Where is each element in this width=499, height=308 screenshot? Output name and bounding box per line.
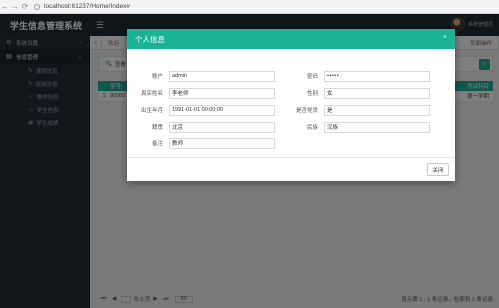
form-row-gender: 性别 女 [282, 87, 430, 99]
form-row-party: 是否党员 是 [282, 104, 430, 116]
ethnic-field[interactable]: 汉族 [324, 121, 430, 133]
ethnic-label: 民族 [306, 125, 318, 131]
address-bar[interactable]: localhost:61237/Home/Index# [34, 3, 130, 10]
url-text: localhost:61237/Home/Index# [44, 3, 131, 10]
native-label: 籍贯 [151, 125, 163, 131]
gender-label: 性别 [306, 91, 318, 97]
native-field[interactable]: 北京 [169, 121, 275, 133]
password-label: 密码 [306, 74, 318, 80]
note-label: 备注 [151, 141, 163, 147]
close-icon[interactable]: × [443, 34, 447, 41]
forward-icon[interactable]: → [10, 1, 20, 13]
password-field[interactable]: ••••• [324, 70, 430, 82]
form-row-birth: 出生年月 1991-01-01 00:00:00 [127, 104, 275, 116]
close-button[interactable]: 关闭 [427, 163, 449, 176]
personal-info-modal: 个人信息 × 账户 admin 密码 ••••• 真实姓名 李老师 性别 女 出… [127, 29, 455, 181]
name-label: 真实姓名 [140, 91, 163, 97]
form-row-account: 账户 admin [127, 70, 275, 82]
party-label: 是否党员 [295, 108, 318, 114]
note-field[interactable]: 教师 [169, 137, 275, 149]
form-row-ethnic: 民族 汉族 [282, 121, 430, 133]
gender-field[interactable]: 女 [324, 87, 430, 99]
party-field[interactable]: 是 [324, 104, 430, 116]
modal-footer: 关闭 [127, 157, 455, 181]
back-icon[interactable]: ← [0, 1, 10, 13]
birth-label: 出生年月 [140, 108, 163, 114]
browser-toolbar: ← → ⟳ localhost:61237/Home/Index# [0, 0, 499, 14]
account-label: 账户 [151, 74, 163, 80]
form-row-name: 真实姓名 李老师 [127, 87, 275, 99]
reload-icon[interactable]: ⟳ [20, 1, 30, 13]
modal-title: 个人信息 [135, 34, 165, 44]
modal-header: 个人信息 [127, 29, 455, 49]
account-field[interactable]: admin [169, 70, 275, 82]
info-icon [34, 3, 40, 10]
form-row-native: 籍贯 北京 [127, 121, 275, 133]
form-row-password: 密码 ••••• [282, 70, 430, 82]
birth-field[interactable]: 1991-01-01 00:00:00 [169, 104, 275, 116]
form-row-note: 备注 教师 [127, 137, 275, 149]
name-field[interactable]: 李老师 [169, 87, 275, 99]
